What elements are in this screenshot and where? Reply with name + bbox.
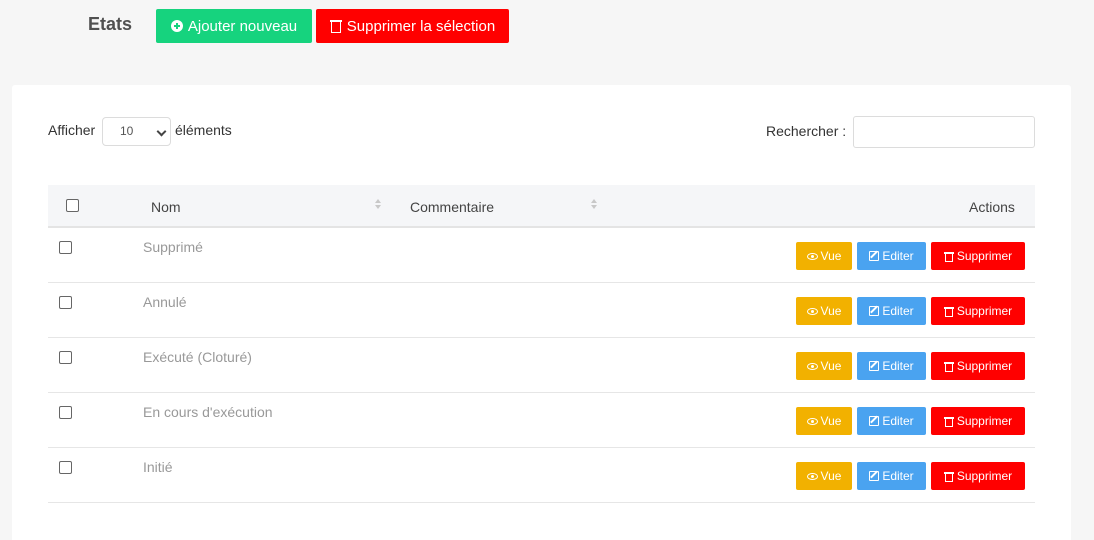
row-checkbox[interactable] <box>59 351 72 364</box>
delete-selection-label: Supprimer la sélection <box>346 17 496 35</box>
delete-label: Supprimer <box>956 359 1013 373</box>
edit-icon <box>869 306 880 316</box>
row-name: Annulé <box>143 294 187 310</box>
eye-icon <box>806 362 818 370</box>
add-new-label: Ajouter nouveau <box>187 17 298 35</box>
table-row: En cours d'exécution Vue Editer Supprime… <box>48 393 1035 448</box>
view-label: Vue <box>820 304 842 318</box>
edit-button[interactable]: Editer <box>857 462 926 490</box>
trash-icon <box>943 471 954 482</box>
edit-label: Editer <box>882 249 914 263</box>
row-checkbox[interactable] <box>59 406 72 419</box>
sort-icon[interactable] <box>590 199 598 211</box>
trash-icon <box>943 306 954 317</box>
table-row: Supprimé Vue Editer Supprimer <box>48 228 1035 283</box>
edit-icon <box>869 251 880 261</box>
page-title: Etats <box>88 14 133 34</box>
delete-button[interactable]: Supprimer <box>931 407 1025 435</box>
elements-label: éléments <box>175 122 232 138</box>
view-label: Vue <box>820 414 842 428</box>
search-label: Rechercher : <box>766 123 847 139</box>
row-name: Exécuté (Cloturé) <box>143 349 252 365</box>
states-table: Nom Commentaire Actions Supprimé Vue Edi… <box>48 185 1035 503</box>
edit-icon <box>869 416 880 426</box>
table-body: Supprimé Vue Editer Supprimer Annulé Vue… <box>48 228 1035 503</box>
edit-button[interactable]: Editer <box>857 407 926 435</box>
table-row: Annulé Vue Editer Supprimer <box>48 283 1035 338</box>
eye-icon <box>806 417 818 425</box>
edit-icon <box>869 471 880 481</box>
add-new-button[interactable]: Ajouter nouveau <box>156 9 312 43</box>
page-length-value: 10 <box>120 124 134 138</box>
view-button[interactable]: Vue <box>796 352 852 380</box>
edit-label: Editer <box>882 359 914 373</box>
view-button[interactable]: Vue <box>796 462 852 490</box>
content-card: Afficher 10 éléments Rechercher : Nom Co… <box>12 85 1071 540</box>
select-all-checkbox[interactable] <box>66 199 79 212</box>
row-checkbox[interactable] <box>59 461 72 474</box>
delete-button[interactable]: Supprimer <box>931 242 1025 270</box>
delete-label: Supprimer <box>956 414 1013 428</box>
table-header: Nom Commentaire Actions <box>48 185 1035 228</box>
view-button[interactable]: Vue <box>796 242 852 270</box>
row-name: Initié <box>143 459 173 475</box>
edit-icon <box>869 361 880 371</box>
column-header-comment[interactable]: Commentaire <box>410 199 494 215</box>
delete-label: Supprimer <box>956 469 1013 483</box>
view-label: Vue <box>820 359 842 373</box>
column-header-actions: Actions <box>969 199 1015 215</box>
row-checkbox[interactable] <box>59 241 72 254</box>
view-button[interactable]: Vue <box>796 407 852 435</box>
edit-label: Editer <box>882 304 914 318</box>
edit-label: Editer <box>882 469 914 483</box>
page-length-select[interactable]: 10 <box>102 117 171 146</box>
row-checkbox[interactable] <box>59 296 72 309</box>
edit-button[interactable]: Editer <box>857 242 926 270</box>
search-input[interactable] <box>853 116 1035 148</box>
table-row: Initié Vue Editer Supprimer <box>48 448 1035 503</box>
delete-button[interactable]: Supprimer <box>931 352 1025 380</box>
table-row: Exécuté (Cloturé) Vue Editer Supprimer <box>48 338 1035 393</box>
view-button[interactable]: Vue <box>796 297 852 325</box>
eye-icon <box>806 472 818 480</box>
delete-button[interactable]: Supprimer <box>931 462 1025 490</box>
edit-label: Editer <box>882 414 914 428</box>
trash-icon <box>943 416 954 427</box>
plus-circle-icon <box>170 20 183 32</box>
column-header-name[interactable]: Nom <box>151 199 181 215</box>
show-label: Afficher <box>48 122 96 138</box>
edit-button[interactable]: Editer <box>857 352 926 380</box>
row-name: Supprimé <box>143 239 203 255</box>
delete-button[interactable]: Supprimer <box>931 297 1025 325</box>
sort-icon[interactable] <box>374 199 382 211</box>
view-label: Vue <box>820 249 842 263</box>
trash-icon <box>943 251 954 262</box>
row-name: En cours d'exécution <box>143 404 273 420</box>
edit-button[interactable]: Editer <box>857 297 926 325</box>
view-label: Vue <box>820 469 842 483</box>
chevron-down-icon <box>156 126 167 137</box>
top-bar: Etats Ajouter nouveau Supprimer la sélec… <box>0 0 1094 60</box>
eye-icon <box>806 252 818 260</box>
delete-selection-button[interactable]: Supprimer la sélection <box>316 9 509 43</box>
trash-icon <box>943 361 954 372</box>
trash-icon <box>329 19 342 33</box>
delete-label: Supprimer <box>956 249 1013 263</box>
delete-label: Supprimer <box>956 304 1013 318</box>
eye-icon <box>806 307 818 315</box>
